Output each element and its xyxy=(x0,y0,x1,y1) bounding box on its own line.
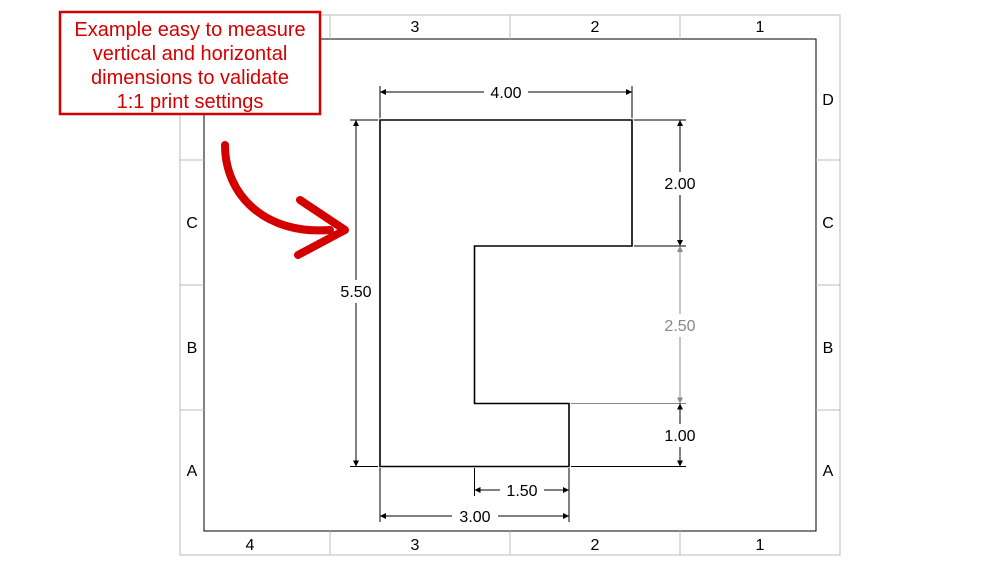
zone-columns-bottom: 4 3 2 1 xyxy=(246,531,765,555)
dim-4-00-text: 4.00 xyxy=(490,85,521,102)
zone-col-top-2: 2 xyxy=(591,19,600,36)
zone-col-top-3: 3 xyxy=(411,19,420,36)
dim-1-50: 1.50 xyxy=(475,468,570,500)
zone-row-l-A: A xyxy=(187,463,198,480)
zone-rows-right: D C B A xyxy=(816,92,840,480)
dim-1-00: 1.00 xyxy=(571,404,696,467)
zone-col-bot-3: 3 xyxy=(411,537,420,554)
dim-2-00-text: 2.00 xyxy=(664,176,695,193)
zone-col-top-1: 1 xyxy=(756,19,765,36)
part-profile xyxy=(380,120,632,467)
zone-row-l-B: B xyxy=(187,340,198,357)
dim-1-00-text: 1.00 xyxy=(664,428,695,445)
dim-2-50-text: 2.50 xyxy=(664,318,695,335)
zone-rows-left: C B A xyxy=(180,160,204,480)
dim-5-50-text: 5.50 xyxy=(340,284,371,301)
callout-line3: dimensions to validate xyxy=(91,67,289,89)
zone-row-l-C: C xyxy=(186,215,198,232)
dim-2-50: 2.50 xyxy=(571,246,696,404)
zone-row-r-C: C xyxy=(822,215,834,232)
drawing-svg: 3 2 1 4 3 2 1 C B A D C B A xyxy=(0,0,1000,575)
dim-5-50: 5.50 xyxy=(340,120,378,467)
zone-row-r-D: D xyxy=(822,92,834,109)
zone-col-bot-1: 1 xyxy=(756,537,765,554)
dim-2-00: 2.00 xyxy=(634,120,696,246)
callout: Example easy to measure vertical and hor… xyxy=(60,12,345,255)
callout-line1: Example easy to measure xyxy=(74,19,305,41)
callout-line2: vertical and horizontal xyxy=(93,43,288,65)
zone-col-bot-2: 2 xyxy=(591,537,600,554)
zone-row-r-A: A xyxy=(823,463,834,480)
callout-line4: 1:1 print settings xyxy=(117,91,264,113)
dim-3-00-text: 3.00 xyxy=(459,509,490,526)
dim-4-00: 4.00 xyxy=(380,85,632,118)
dim-1-50-text: 1.50 xyxy=(506,483,537,500)
zone-col-bot-4: 4 xyxy=(246,537,255,554)
zone-row-r-B: B xyxy=(823,340,834,357)
zone-columns-top: 3 2 1 xyxy=(330,15,765,39)
arrow-icon xyxy=(225,145,330,230)
